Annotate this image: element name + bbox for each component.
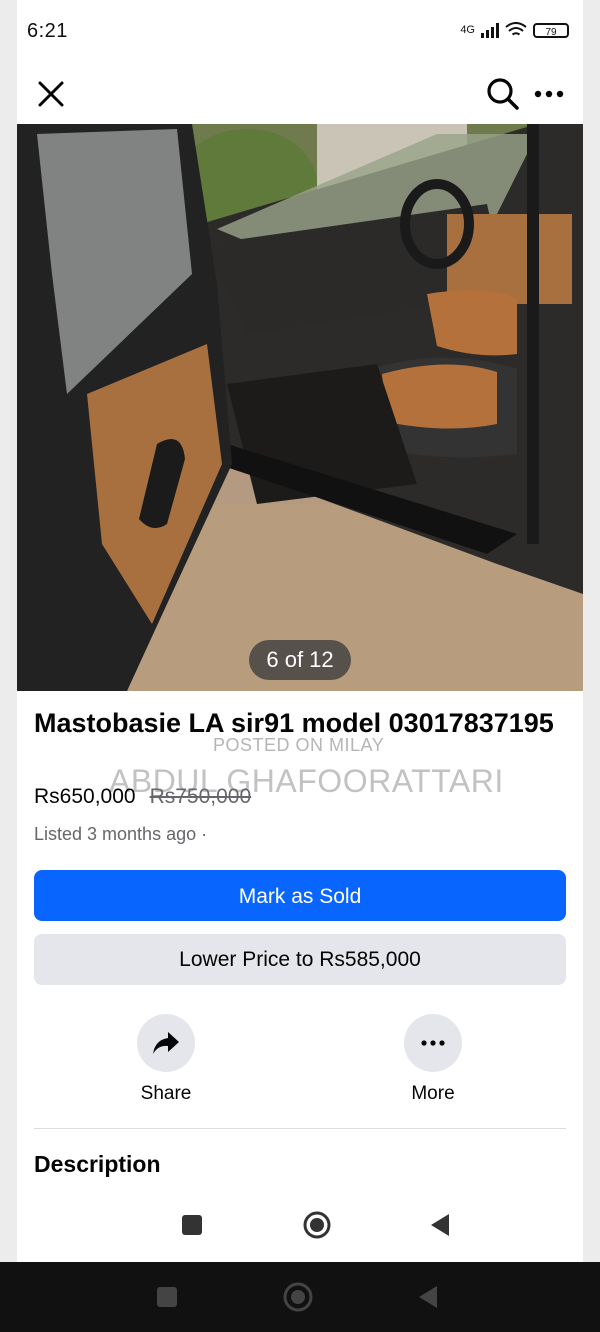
battery-icon: 79 bbox=[533, 22, 569, 38]
watermark-posted: POSTED ON MILAY bbox=[213, 735, 385, 755]
close-button[interactable] bbox=[29, 72, 73, 116]
triangle-back-icon bbox=[419, 1286, 437, 1308]
inner-navigation-bar bbox=[34, 1191, 566, 1261]
more-button[interactable] bbox=[404, 1014, 462, 1072]
navigation-bar bbox=[0, 1262, 600, 1332]
description-heading: Description bbox=[34, 1151, 161, 1177]
home-button[interactable] bbox=[278, 1277, 318, 1317]
listed-time: Listed 3 months ago · bbox=[34, 824, 208, 844]
inner-recents-button[interactable] bbox=[172, 1205, 212, 1245]
battery-level: 79 bbox=[545, 26, 557, 38]
signal-icon bbox=[481, 22, 499, 38]
inner-home-button[interactable] bbox=[297, 1205, 337, 1245]
app-screen: 6:21 4G 79 6 of 12 Mastobasie LA sir91 m… bbox=[0, 0, 600, 1262]
circle-icon bbox=[283, 1282, 313, 1312]
circle-icon bbox=[303, 1211, 331, 1239]
share-label: Share bbox=[140, 1083, 192, 1104]
square-icon bbox=[157, 1287, 177, 1307]
listing-photo[interactable] bbox=[17, 124, 583, 691]
status-icons: 4G 79 bbox=[460, 22, 569, 38]
listing-details: Mastobasie LA sir91 model 03017837195 PO… bbox=[17, 691, 583, 1262]
price-row: Rs650,000 Rs750,000 bbox=[34, 785, 251, 809]
close-icon bbox=[38, 81, 64, 107]
left-edge bbox=[0, 0, 17, 1262]
listing-price: Rs650,000 bbox=[34, 785, 136, 808]
share-action[interactable]: Share bbox=[106, 1014, 226, 1105]
status-time: 6:21 bbox=[27, 20, 68, 42]
more-dots-icon bbox=[421, 1040, 445, 1046]
triangle-back-icon bbox=[431, 1214, 449, 1236]
share-button[interactable] bbox=[137, 1014, 195, 1072]
back-button[interactable] bbox=[408, 1277, 448, 1317]
share-icon bbox=[153, 1032, 179, 1054]
search-icon bbox=[487, 78, 519, 110]
car-interior-image bbox=[17, 124, 583, 691]
inner-back-button[interactable] bbox=[420, 1205, 460, 1245]
more-options-button[interactable] bbox=[527, 72, 571, 116]
more-label: More bbox=[411, 1083, 455, 1104]
lower-price-button[interactable]: Lower Price to Rs585,000 bbox=[34, 934, 566, 985]
right-edge bbox=[583, 0, 600, 1262]
photo-counter: 6 of 12 bbox=[249, 640, 351, 680]
square-icon bbox=[182, 1215, 202, 1235]
more-dots-icon bbox=[534, 90, 564, 98]
status-bar: 6:21 4G 79 bbox=[17, 0, 583, 62]
original-price: Rs750,000 bbox=[149, 785, 252, 808]
search-button[interactable] bbox=[481, 72, 525, 116]
top-app-bar bbox=[17, 62, 583, 124]
divider bbox=[34, 1128, 566, 1129]
mark-as-sold-button[interactable]: Mark as Sold bbox=[34, 870, 566, 921]
network-type: 4G bbox=[460, 24, 475, 36]
recents-button[interactable] bbox=[147, 1277, 187, 1317]
more-action[interactable]: More bbox=[373, 1014, 493, 1105]
wifi-icon bbox=[505, 22, 527, 36]
